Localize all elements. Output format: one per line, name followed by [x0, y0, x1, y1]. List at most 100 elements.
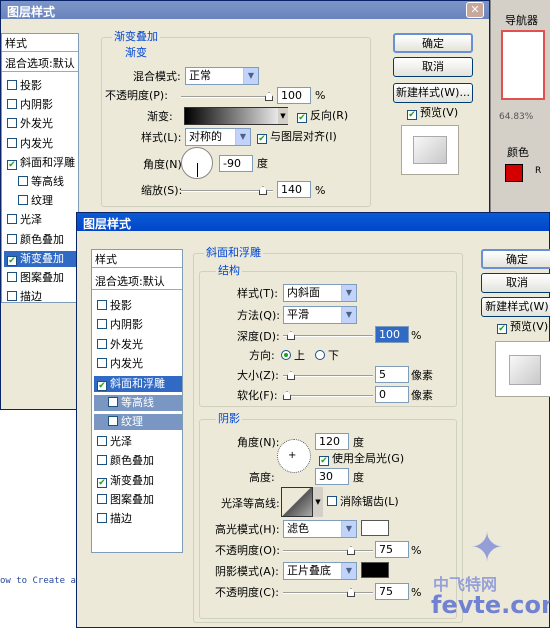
bevel-style-select[interactable]: 内斜面 ▼: [283, 284, 357, 302]
angle-field[interactable]: -90: [219, 155, 253, 172]
opacity-slider[interactable]: [181, 92, 273, 101]
style-checkbox[interactable]: [97, 358, 107, 369]
style-checkbox[interactable]: [97, 513, 107, 524]
style-checkbox[interactable]: [97, 494, 107, 504]
blend-mode-select[interactable]: 正常 ▼: [185, 67, 259, 85]
style-checkbox[interactable]: [7, 291, 17, 302]
style-checkbox[interactable]: ✔: [7, 255, 17, 266]
style-item[interactable]: 图案叠加: [4, 270, 78, 286]
style-item[interactable]: 内发光: [4, 136, 78, 152]
highlight-color-swatch[interactable]: [361, 520, 389, 536]
soften-slider[interactable]: [283, 391, 373, 400]
style-checkbox[interactable]: [97, 435, 107, 446]
style-checkbox[interactable]: [7, 118, 17, 129]
new-style-button[interactable]: 新建样式(W)...: [393, 83, 473, 103]
style-item[interactable]: ✔ 渐变叠加: [4, 250, 78, 267]
style-item[interactable]: 描边: [94, 511, 182, 527]
style-checkbox[interactable]: [7, 214, 17, 225]
antialias-checkbox[interactable]: 消除锯齿(L): [327, 495, 399, 509]
style-item[interactable]: 外发光: [94, 337, 182, 353]
soften-field[interactable]: 0: [375, 386, 409, 403]
style-item[interactable]: 内阴影: [94, 317, 182, 333]
styles-header[interactable]: 样式: [92, 252, 182, 268]
scale-field[interactable]: 140: [277, 181, 311, 198]
style-checkbox[interactable]: [97, 319, 107, 330]
style-item[interactable]: 图案叠加: [94, 492, 182, 508]
shadow-mode-select[interactable]: 正片叠底 ▼: [283, 562, 357, 580]
style-item[interactable]: 投影: [94, 298, 182, 314]
style-checkbox[interactable]: [108, 416, 118, 427]
style-checkbox[interactable]: [108, 397, 118, 407]
style-checkbox[interactable]: ✔: [97, 380, 107, 391]
style-item[interactable]: 内发光: [94, 356, 182, 372]
depth-slider[interactable]: [283, 331, 373, 340]
style-checkbox[interactable]: [7, 99, 17, 110]
shadow-opacity-field[interactable]: 75: [375, 583, 409, 600]
shading-angle-field[interactable]: 120: [315, 433, 349, 450]
style-item[interactable]: 光泽: [4, 212, 78, 228]
direction-up-radio[interactable]: 上: [281, 349, 305, 363]
shadow-opacity-slider[interactable]: [283, 588, 373, 597]
style-checkbox[interactable]: [18, 176, 28, 186]
style-checkbox[interactable]: [97, 455, 107, 466]
shadow-color-swatch[interactable]: [361, 562, 389, 578]
style-checkbox[interactable]: [7, 80, 17, 90]
highlight-opacity-field[interactable]: 75: [375, 541, 409, 558]
scale-slider[interactable]: [181, 186, 273, 195]
light-angle-dial[interactable]: +: [277, 439, 311, 473]
depth-field[interactable]: 100: [375, 326, 409, 343]
back-title-bar[interactable]: 图层样式: [1, 1, 489, 19]
style-item[interactable]: ✔ 斜面和浮雕: [94, 375, 182, 392]
ok-button[interactable]: 确定: [393, 33, 473, 53]
front-title-bar[interactable]: 图层样式: [77, 213, 549, 231]
close-icon[interactable]: ✕: [466, 2, 484, 18]
cancel-button[interactable]: 取消: [481, 273, 550, 293]
style-item[interactable]: 内阴影: [4, 97, 78, 113]
style-item[interactable]: 颜色叠加: [94, 453, 182, 469]
navigator-tab[interactable]: 导航器: [505, 12, 538, 28]
styles-header[interactable]: 样式: [2, 36, 78, 52]
style-checkbox[interactable]: [7, 272, 17, 282]
global-light-checkbox[interactable]: ✔ 使用全局光(G): [319, 452, 404, 466]
new-style-button[interactable]: 新建样式(W): [481, 297, 550, 317]
align-checkbox[interactable]: ✔ 与图层对齐(I): [257, 130, 337, 144]
opacity-field[interactable]: 100: [277, 87, 311, 104]
style-checkbox[interactable]: [97, 300, 107, 310]
ok-button[interactable]: 确定: [481, 249, 550, 269]
style-item[interactable]: 纹理: [4, 193, 78, 209]
style-item[interactable]: 投影: [4, 78, 78, 94]
gradient-style-select[interactable]: 对称的 ▼: [185, 128, 251, 146]
style-item[interactable]: 光泽: [94, 434, 182, 450]
size-slider[interactable]: [283, 371, 373, 380]
gradient-dropdown-icon[interactable]: ▼: [278, 108, 288, 124]
cancel-button[interactable]: 取消: [393, 57, 473, 77]
style-item[interactable]: ✔ 斜面和浮雕: [4, 155, 78, 171]
preview-checkbox[interactable]: ✔ 预览(V): [407, 106, 458, 120]
color-tab[interactable]: 颜色: [507, 144, 529, 160]
method-select[interactable]: 平滑 ▼: [283, 306, 357, 324]
size-field[interactable]: 5: [375, 366, 409, 383]
style-item[interactable]: 外发光: [4, 116, 78, 132]
direction-down-radio[interactable]: 下: [315, 349, 339, 363]
style-item[interactable]: 等高线: [4, 174, 78, 190]
zoom-readout[interactable]: 64.83%: [499, 112, 533, 122]
style-item[interactable]: ✔ 渐变叠加: [94, 473, 182, 489]
style-checkbox[interactable]: ✔: [97, 477, 107, 488]
angle-dial[interactable]: [181, 147, 213, 179]
style-checkbox[interactable]: [97, 338, 107, 349]
preview-checkbox[interactable]: ✔ 预览(V): [497, 320, 548, 334]
style-item[interactable]: 描边: [4, 289, 78, 305]
style-checkbox[interactable]: ✔: [7, 159, 17, 170]
navigator-thumbnail[interactable]: [501, 30, 545, 100]
gloss-contour-picker[interactable]: [281, 487, 313, 517]
style-checkbox[interactable]: [7, 137, 17, 148]
altitude-field[interactable]: 30: [315, 468, 349, 485]
reverse-checkbox[interactable]: ✔ 反向(R): [297, 109, 348, 123]
style-checkbox[interactable]: [18, 195, 28, 206]
style-item[interactable]: 纹理: [94, 414, 182, 431]
blend-options[interactable]: 混合选项:默认: [2, 56, 78, 72]
foreground-color-swatch[interactable]: [505, 164, 523, 182]
highlight-opacity-slider[interactable]: [283, 546, 373, 555]
style-item[interactable]: 颜色叠加: [4, 232, 78, 248]
style-checkbox[interactable]: [7, 233, 17, 244]
